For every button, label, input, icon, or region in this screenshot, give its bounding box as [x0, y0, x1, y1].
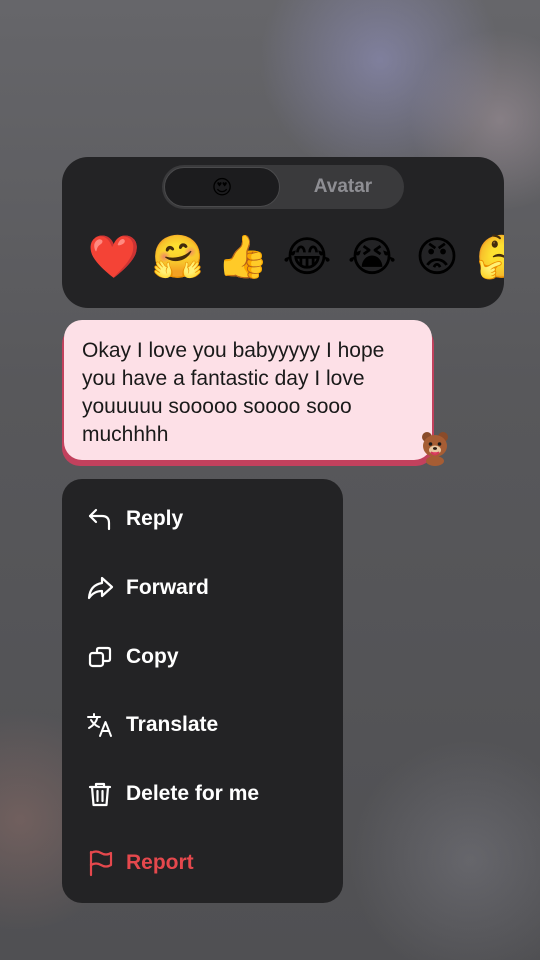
thinking-face-reaction-button[interactable]: 🤔 [474, 229, 504, 285]
message-bubble[interactable]: Okay I love you babyyyyy I hope you have… [64, 320, 432, 460]
reply-arrow-icon [88, 508, 111, 531]
selected-message: Okay I love you babyyyyy I hope you have… [62, 320, 434, 468]
forward-label: Forward [126, 576, 209, 599]
report-menu-item[interactable]: Report [62, 833, 343, 893]
tab-emoji[interactable]: 😍 [164, 167, 280, 207]
flag-icon [89, 850, 113, 877]
report-label: Report [126, 851, 194, 874]
delete-for-me-label: Delete for me [126, 782, 260, 805]
trash-icon [88, 782, 112, 807]
copy-menu-item[interactable]: Copy [62, 627, 343, 687]
emoji-reaction-row: ❤️ 🤗 👍 😂 😭 😡 🤔 [62, 229, 504, 285]
bear-sticker-icon [422, 432, 448, 466]
pouting-face-reaction-button[interactable]: 😡 [409, 229, 465, 285]
translate-label: Translate [126, 713, 219, 736]
red-heart-reaction-button[interactable]: ❤️ [86, 229, 142, 285]
delete-for-me-menu-item[interactable]: Delete for me [62, 764, 343, 824]
loudly-crying-reaction-button[interactable]: 😭 [344, 229, 400, 285]
reaction-type-switcher: 😍 Avatar [162, 165, 404, 209]
translate-icon [87, 713, 112, 737]
tears-of-joy-reaction-button[interactable]: 😂 [279, 229, 335, 285]
forward-arrow-icon [87, 576, 114, 600]
reaction-picker: 😍 Avatar ❤️ 🤗 👍 😂 😭 😡 🤔 [62, 157, 504, 308]
thumbs-up-reaction-button[interactable]: 👍 [215, 229, 271, 285]
reply-label: Reply [126, 507, 184, 530]
tab-avatar[interactable]: Avatar [282, 165, 404, 209]
copy-icon [88, 646, 112, 668]
reply-menu-item[interactable]: Reply [62, 489, 343, 549]
translate-menu-item[interactable]: Translate [62, 695, 343, 755]
message-context-menu: Reply Forward Copy Translate Delete for … [62, 479, 343, 903]
hugging-face-reaction-button[interactable]: 🤗 [150, 229, 206, 285]
forward-menu-item[interactable]: Forward [62, 558, 343, 618]
copy-label: Copy [126, 645, 179, 668]
